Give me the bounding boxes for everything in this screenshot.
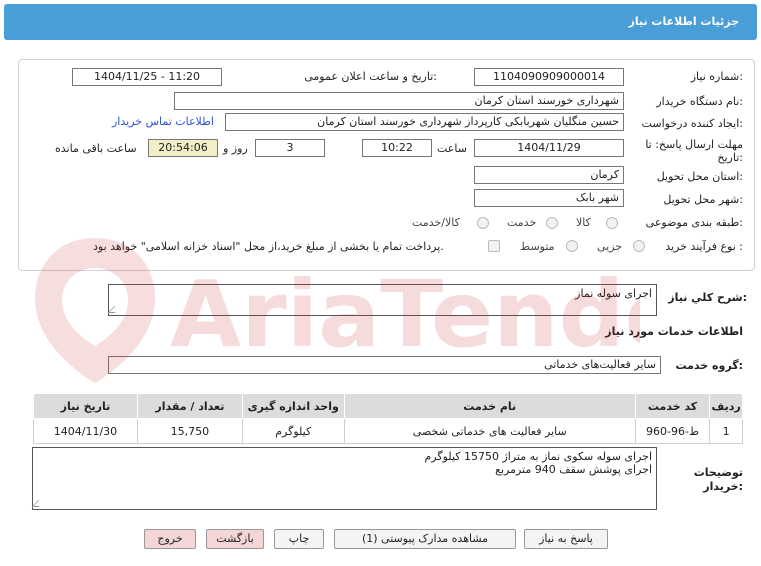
service-group-label: گروه خدمت:	[675, 359, 743, 372]
treasury-bonds-note: پرداخت تمام یا بخشی از مبلغ خرید،از محل …	[93, 240, 444, 253]
creator-label: ایجاد کننده درخواست:	[641, 117, 743, 130]
services-table: ردیف کد خدمت نام خدمت واحد اندازه گیری ت…	[33, 393, 743, 444]
need-number-label: شماره نیاز:	[690, 70, 743, 83]
services-table-header: ردیف کد خدمت نام خدمت واحد اندازه گیری ت…	[33, 393, 743, 419]
creator-field[interactable]: حسین منگلیان شهربابکی کارپرداز شهرداری خ…	[225, 113, 624, 131]
deadline-time-label: ساعت	[437, 142, 467, 155]
page-title: جزئیات اطلاعات نیاز	[628, 15, 740, 28]
attachments-button[interactable]: مشاهده مدارک پیوستی (1)	[334, 529, 516, 549]
province-label: استان محل تحویل:	[656, 170, 743, 183]
remaining-days-field: 3	[255, 139, 325, 157]
cell-service-name: سایر فعالیت های خدماتی شخصی	[343, 418, 636, 444]
back-button[interactable]: بازگشت	[206, 529, 264, 549]
summary-textarea[interactable]: اجرای سوله نماز	[107, 284, 657, 316]
services-section-title: اطلاعات خدمات مورد نیاز	[605, 325, 743, 338]
col-need-date: تاریخ نیاز	[33, 393, 138, 419]
print-button[interactable]: چاپ	[274, 529, 324, 549]
province-field[interactable]: کرمان	[474, 166, 624, 184]
treasury-bonds-checkbox[interactable]	[488, 240, 500, 252]
exit-button[interactable]: خروج	[144, 529, 196, 549]
category-service-radio[interactable]	[546, 217, 558, 229]
summary-text: اجرای سوله نماز	[575, 287, 652, 300]
category-goods-label: کالا	[576, 216, 591, 229]
remaining-time-label: ساعت باقی مانده	[55, 142, 137, 155]
cell-row: 1	[709, 418, 743, 444]
col-quantity: تعداد / مقدار	[136, 393, 243, 419]
buyer-contact-link[interactable]: اطلاعات تماس خریدار	[112, 115, 214, 128]
col-service-name: نام خدمت	[343, 393, 636, 419]
buyer-org-label: نام دستگاه خریدار:	[656, 95, 743, 108]
reply-button[interactable]: پاسخ به نیاز	[524, 529, 608, 549]
purchase-medium-label: متوسط	[520, 240, 555, 253]
city-label: شهر محل تحویل:	[663, 193, 743, 206]
city-field[interactable]: شهر بابک	[474, 189, 624, 207]
col-row: ردیف	[709, 393, 743, 419]
cell-unit: کیلوگرم	[241, 418, 345, 444]
deadline-label-line2: تاریخ:	[717, 151, 743, 164]
category-service-label: خدمت	[507, 216, 537, 229]
remaining-time-field: 20:54:06	[148, 139, 218, 157]
purchase-minor-radio[interactable]	[633, 240, 645, 252]
deadline-label-line1: مهلت ارسال پاسخ: تا	[645, 138, 743, 151]
category-both-radio[interactable]	[477, 217, 489, 229]
category-goods-radio[interactable]	[606, 217, 618, 229]
buyer-notes-line: اجرای پوشش سقف 940 مترمربع	[495, 463, 652, 476]
announce-date-field[interactable]: 1404/11/25 - 11:20	[72, 68, 222, 86]
buyer-notes-label-line2: خریدار:	[703, 480, 743, 493]
buyer-org-field[interactable]: شهرداری خورسند استان کرمان	[174, 92, 624, 110]
category-label: طبقه بندی موضوعی:	[645, 216, 743, 229]
purchase-type-label: نوع فرآیند خرید :	[665, 240, 743, 253]
need-number-field[interactable]: 1104090909000014	[474, 68, 624, 86]
days-label: روز و	[223, 142, 248, 155]
purchase-minor-label: جزیی	[597, 240, 623, 253]
buyer-notes-textarea[interactable]: اجرای سوله سکوی نماز به متراژ 15750 کیلو…	[31, 447, 657, 510]
buyer-notes-line: اجرای سوله سکوی نماز به متراژ 15750 کیلو…	[424, 450, 653, 463]
table-row: 1 ط-96-960 سایر فعالیت های خدماتی شخصی ک…	[33, 418, 743, 444]
cell-service-code: ط-96-960	[634, 418, 711, 444]
summary-label: شرح کلي نياز:	[668, 291, 747, 304]
cell-need-date: 1404/11/30	[33, 418, 138, 444]
cell-quantity: 15,750	[136, 418, 243, 444]
deadline-date-field[interactable]: 1404/11/29	[474, 139, 624, 157]
service-group-field[interactable]: سایر فعالیت‌های خدماتی	[108, 356, 661, 374]
buyer-notes-label-line1: توضیحات	[693, 466, 743, 479]
category-both-label: کالا/خدمت	[412, 216, 460, 229]
announce-date-label: تاریخ و ساعت اعلان عمومی:	[304, 70, 437, 83]
resize-grip-icon[interactable]	[31, 500, 46, 507]
col-unit: واحد اندازه گیری	[241, 393, 345, 419]
resize-grip-icon[interactable]	[107, 306, 122, 313]
col-service-code: کد خدمت	[634, 393, 711, 419]
deadline-time-field[interactable]: 10:22	[362, 139, 432, 157]
purchase-medium-radio[interactable]	[566, 240, 578, 252]
page-header: جزئیات اطلاعات نیاز	[4, 4, 757, 40]
